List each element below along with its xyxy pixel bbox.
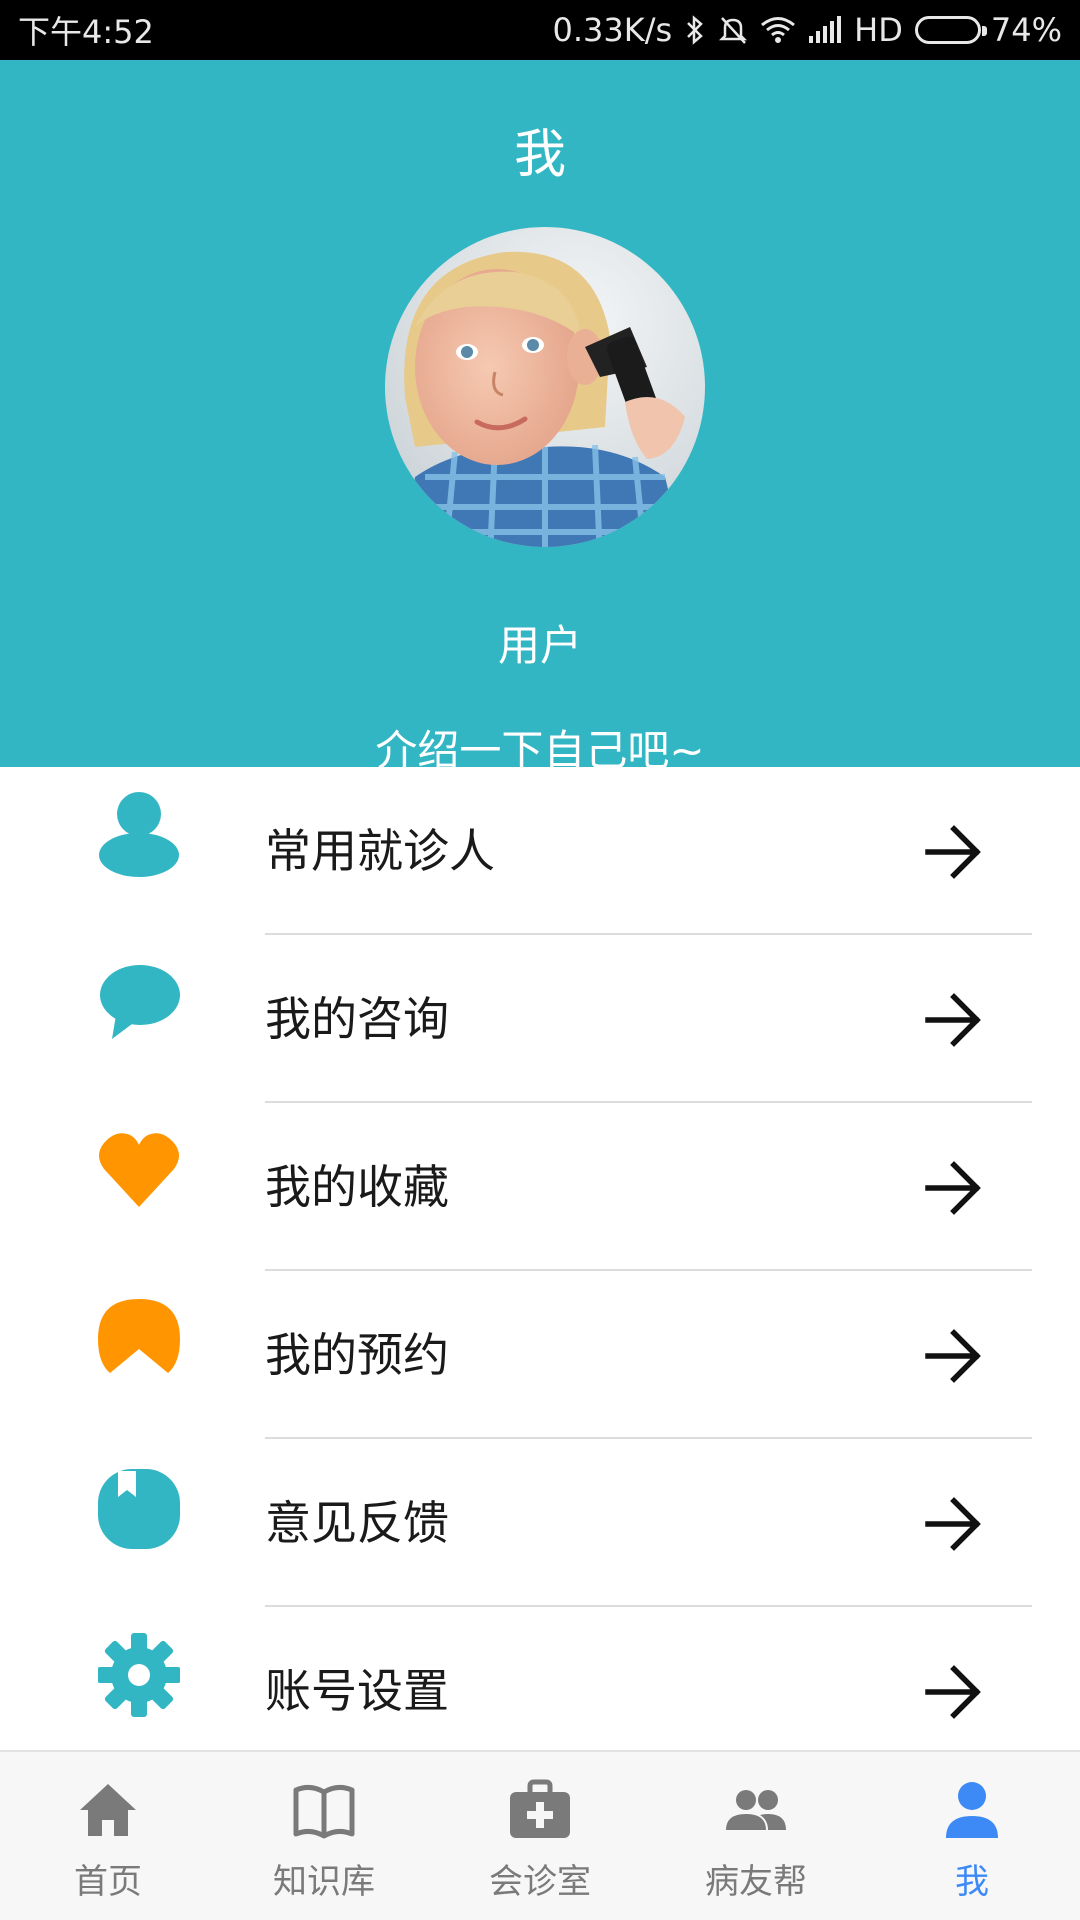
nav-tab-patient-community[interactable]: 病友帮 bbox=[648, 1752, 864, 1920]
nav-tab-home[interactable]: 首页 bbox=[0, 1752, 216, 1920]
menu-item-label: 意见反馈 bbox=[265, 1496, 449, 1550]
user-bio[interactable]: 介绍一下自己吧~ bbox=[0, 717, 1080, 767]
avatar-image bbox=[385, 227, 705, 547]
bluetooth-icon bbox=[684, 14, 706, 46]
nav-label: 会诊室 bbox=[489, 1862, 591, 1902]
menu-item-frequent-patients[interactable]: 常用就诊人 bbox=[48, 767, 1032, 935]
profile-menu: 常用就诊人 我的咨询 我的收藏 我的预约 意见反馈 账号设置 bbox=[48, 767, 1032, 1775]
status-bar: 下午4:52 0.33K/s HD 74% bbox=[0, 0, 1080, 60]
battery-indicator: 74% bbox=[914, 11, 1062, 49]
gear-icon bbox=[98, 1629, 180, 1717]
arrow-right-icon bbox=[924, 992, 984, 1048]
menu-item-my-consultations[interactable]: 我的咨询 bbox=[48, 935, 1032, 1103]
menu-item-label: 我的预约 bbox=[265, 1328, 449, 1382]
page-title: 我 bbox=[513, 125, 566, 185]
status-time: 下午4:52 bbox=[18, 13, 154, 51]
signal-icon bbox=[808, 16, 842, 44]
nav-label: 我 bbox=[955, 1862, 989, 1902]
hd-label: HD bbox=[854, 11, 903, 49]
mute-bell-icon bbox=[718, 14, 748, 46]
menu-item-label: 我的咨询 bbox=[265, 992, 449, 1046]
arrow-right-icon bbox=[924, 1664, 984, 1720]
arrow-right-icon bbox=[924, 824, 984, 880]
menu-item-label: 常用就诊人 bbox=[265, 824, 495, 878]
medical-kit-icon bbox=[508, 1778, 572, 1842]
battery-icon bbox=[914, 16, 987, 44]
heart-icon bbox=[98, 1125, 180, 1213]
battery-percent: 74% bbox=[990, 11, 1062, 49]
user-name[interactable]: 用户 bbox=[0, 612, 1080, 673]
feedback-icon bbox=[98, 1461, 180, 1549]
network-speed: 0.33K/s bbox=[552, 11, 673, 49]
menu-item-label: 我的收藏 bbox=[265, 1160, 449, 1214]
book-icon bbox=[292, 1778, 356, 1842]
person-icon bbox=[98, 789, 180, 877]
nav-label: 知识库 bbox=[273, 1862, 375, 1902]
arrow-right-icon bbox=[924, 1496, 984, 1552]
arrow-right-icon bbox=[924, 1328, 984, 1384]
menu-item-my-favorites[interactable]: 我的收藏 bbox=[48, 1103, 1032, 1271]
bottom-nav: 首页 知识库 会诊室 病友帮 我 bbox=[0, 1750, 1080, 1920]
menu-item-feedback[interactable]: 意见反馈 bbox=[48, 1439, 1032, 1607]
nav-tab-knowledge[interactable]: 知识库 bbox=[216, 1752, 432, 1920]
nav-tab-consultation-room[interactable]: 会诊室 bbox=[432, 1752, 648, 1920]
arrow-right-icon bbox=[924, 1160, 984, 1216]
nav-label: 首页 bbox=[74, 1862, 142, 1902]
nav-label: 病友帮 bbox=[705, 1862, 807, 1902]
nav-tab-me[interactable]: 我 bbox=[864, 1752, 1080, 1920]
home-icon bbox=[76, 1778, 140, 1842]
user-icon bbox=[940, 1778, 1004, 1842]
chat-bubble-icon bbox=[98, 957, 180, 1045]
avatar[interactable] bbox=[385, 227, 705, 547]
profile-header: 我 用户 介绍一下自己吧~ bbox=[0, 60, 1080, 767]
wifi-icon bbox=[760, 15, 796, 45]
menu-item-my-appointments[interactable]: 我的预约 bbox=[48, 1271, 1032, 1439]
calendar-icon bbox=[98, 1293, 180, 1381]
group-icon bbox=[724, 1778, 788, 1842]
